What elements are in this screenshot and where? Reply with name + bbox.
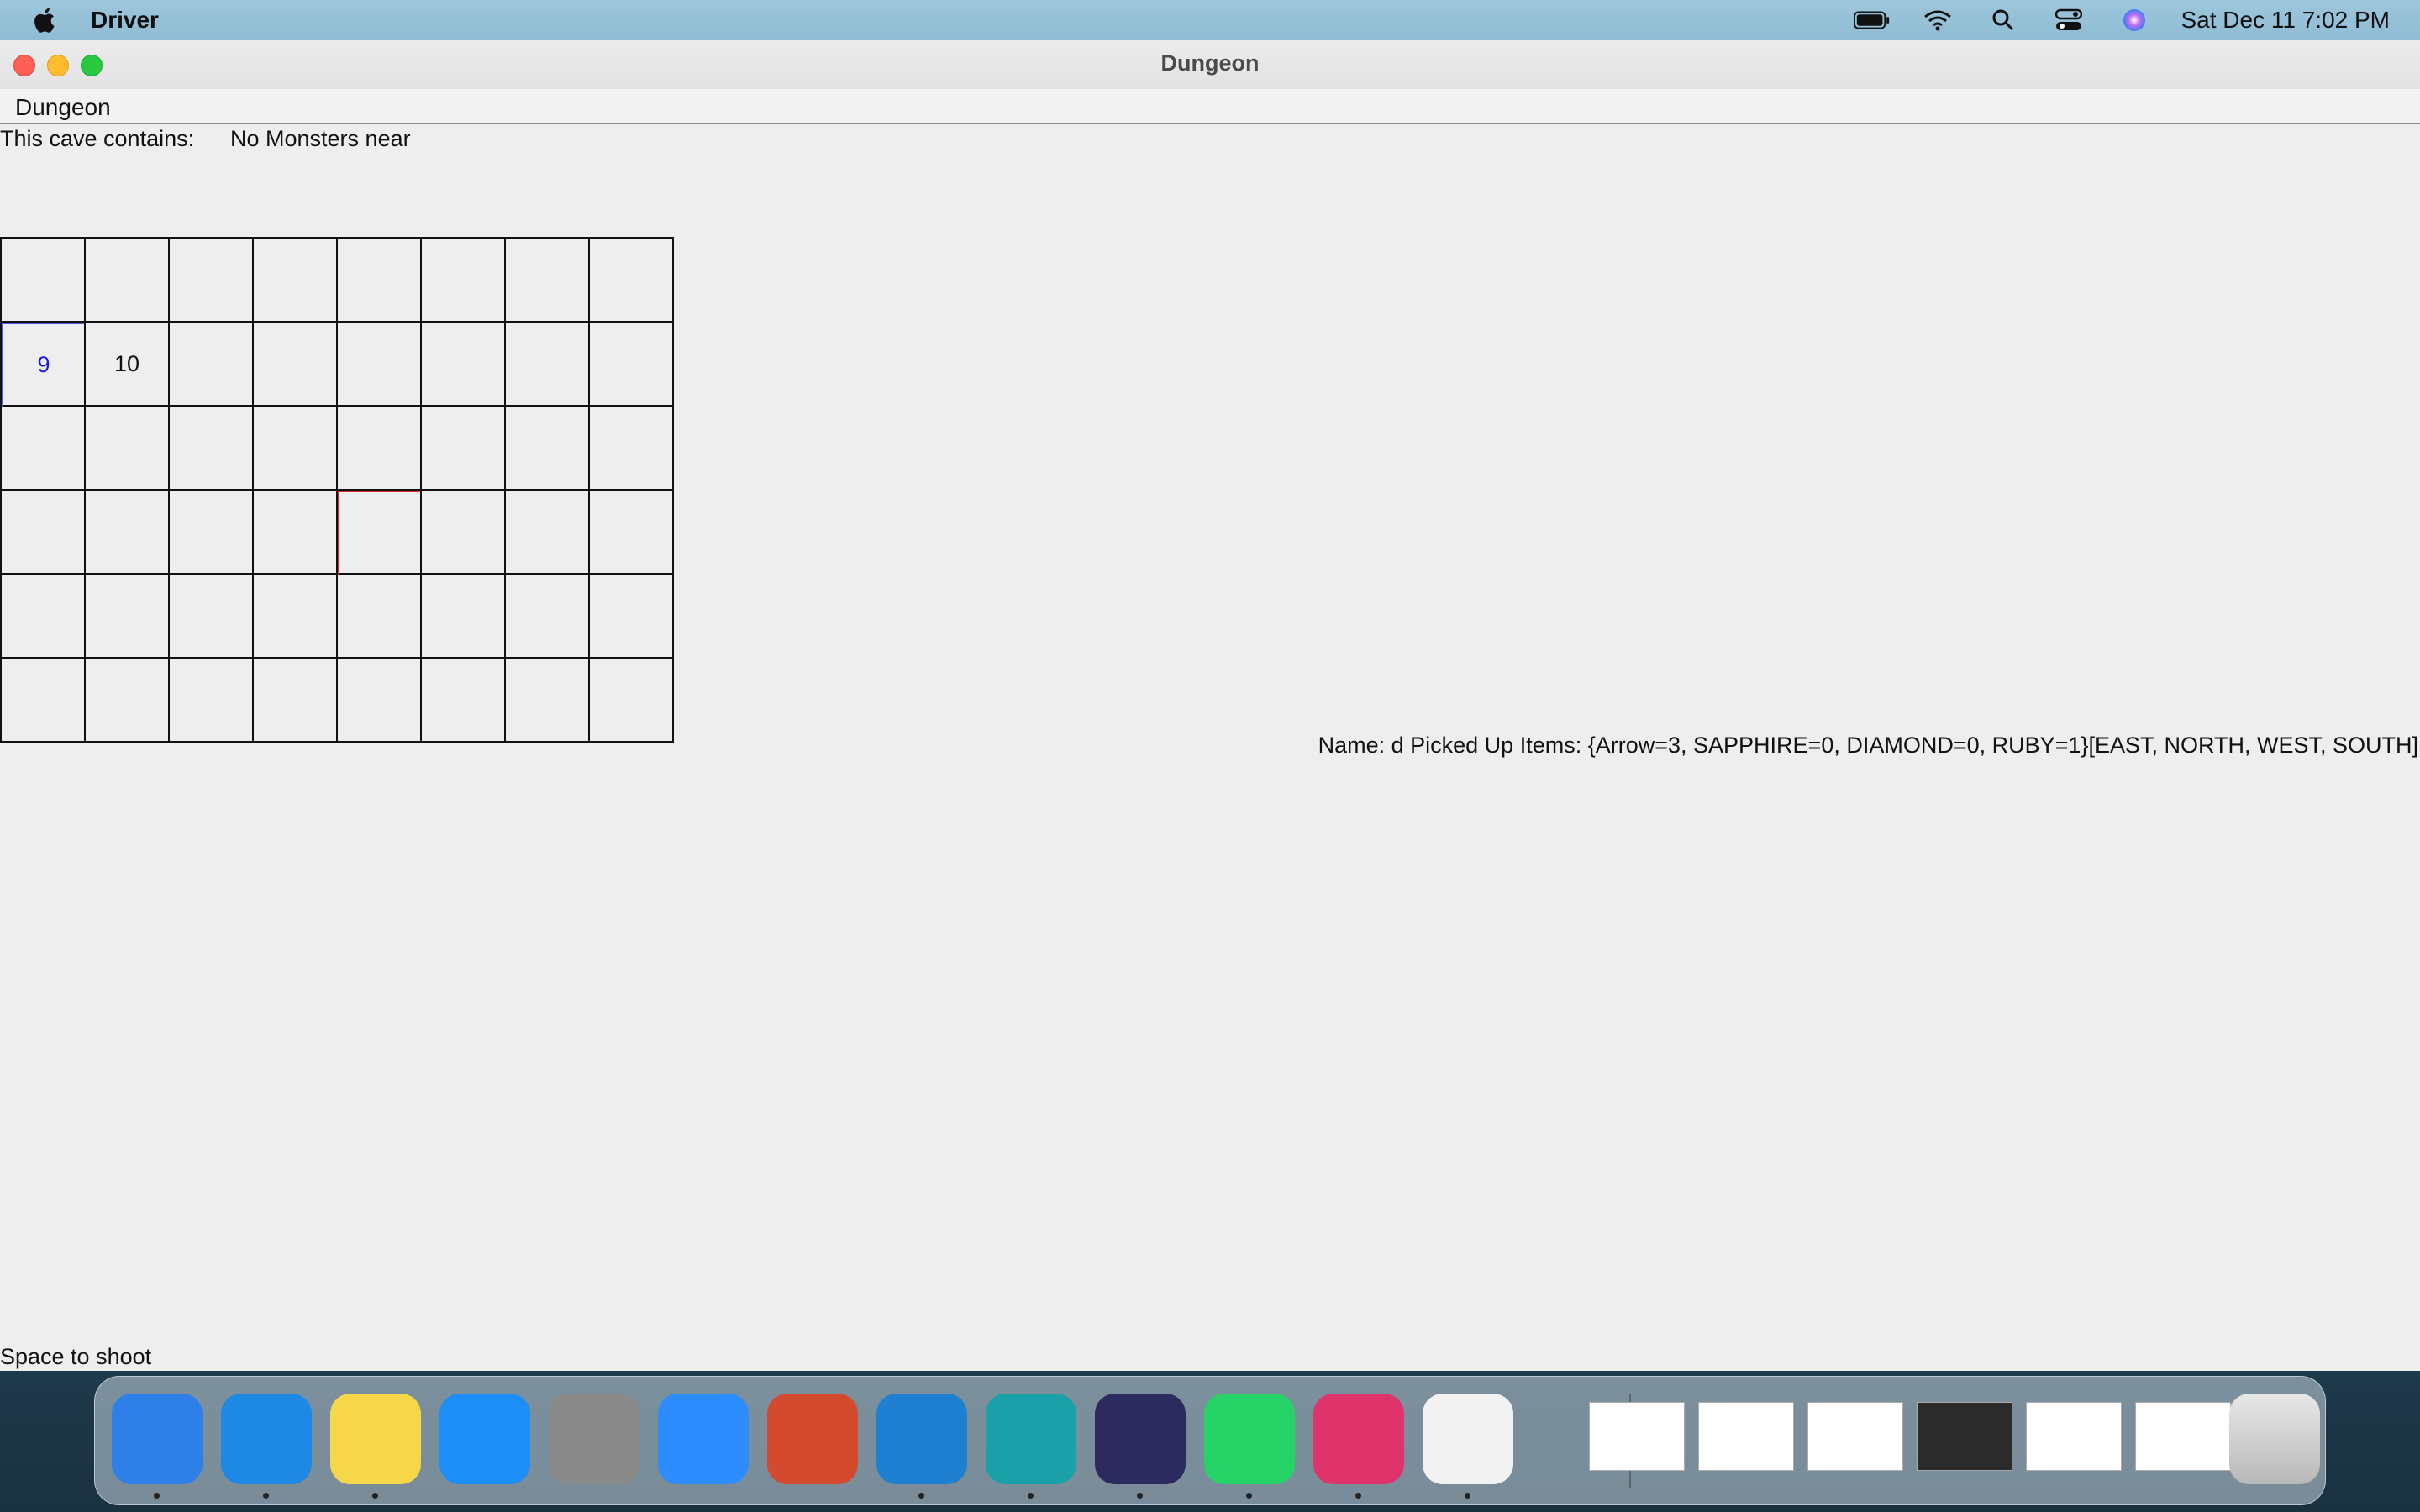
finder-window-thumb-2[interactable] (1807, 1402, 1903, 1471)
safari-icon[interactable] (221, 1394, 312, 1484)
notes-icon[interactable] (330, 1394, 421, 1484)
finder-icon[interactable] (112, 1394, 203, 1484)
window-titlebar[interactable]: Dungeon (0, 40, 2420, 90)
grid-cell[interactable] (254, 407, 338, 491)
dungeon-grid[interactable]: 9 10 (0, 237, 674, 743)
grid-cell-highlighted[interactable] (338, 491, 422, 575)
grid-cell[interactable] (86, 575, 170, 659)
notes-window-thumb[interactable] (2026, 1402, 2122, 1471)
running-indicator (1246, 1493, 1252, 1499)
intellij-icon[interactable] (1313, 1394, 1404, 1484)
grid-cell[interactable] (170, 491, 254, 575)
grid-cell[interactable] (506, 575, 590, 659)
grid-cell[interactable] (338, 407, 422, 491)
player-status: Name: d Picked Up Items: {Arrow=3, SAPPH… (1318, 732, 2418, 758)
grid-cell[interactable] (422, 659, 506, 743)
grid-cell[interactable] (422, 575, 506, 659)
grid-cell[interactable] (254, 659, 338, 743)
zoom-icon[interactable] (658, 1394, 749, 1484)
grid-cell[interactable] (590, 239, 674, 323)
grid-cell[interactable] (86, 491, 170, 575)
app-menu-bar: Dungeon (0, 89, 2420, 124)
grid-cell[interactable] (506, 659, 590, 743)
edge-icon[interactable] (986, 1394, 1076, 1484)
grid-cell[interactable] (338, 575, 422, 659)
grid-cell-current[interactable]: 9 (2, 323, 86, 407)
grid-cell[interactable] (2, 659, 86, 743)
grid-cell[interactable] (338, 239, 422, 323)
running-indicator (1137, 1493, 1143, 1499)
siri-icon[interactable] (2116, 5, 2153, 35)
grid-cell[interactable]: 10 (86, 323, 170, 407)
grid-cell[interactable] (506, 323, 590, 407)
grid-cell[interactable] (506, 491, 590, 575)
wifi-icon[interactable] (1919, 5, 1956, 35)
cave-label: This cave contains: (0, 126, 195, 151)
apple-icon[interactable] (30, 5, 60, 35)
grid-cell[interactable] (338, 323, 422, 407)
running-indicator (1028, 1493, 1034, 1499)
trash-icon[interactable] (2229, 1394, 2320, 1484)
cave-contents: No Monsters near (230, 126, 411, 151)
grid-cell[interactable] (86, 407, 170, 491)
grid-cell[interactable] (506, 407, 590, 491)
grid-cell[interactable] (590, 323, 674, 407)
grid-cell[interactable] (254, 491, 338, 575)
grid-cell[interactable] (86, 659, 170, 743)
dungeon-window: Dungeon Dungeon This cave contains: No M… (0, 40, 2420, 1371)
running-indicator (154, 1493, 160, 1499)
grid-cell[interactable] (2, 491, 86, 575)
controls-hint: Space to shoot (0, 1344, 152, 1369)
control-center-icon[interactable] (2050, 5, 2087, 35)
running-indicator (918, 1493, 924, 1499)
grid-cell[interactable] (422, 239, 506, 323)
grid-cell[interactable] (170, 659, 254, 743)
grid-cell[interactable] (254, 575, 338, 659)
running-indicator (263, 1493, 269, 1499)
app-store-icon[interactable] (439, 1394, 530, 1484)
system-preferences-icon[interactable] (549, 1394, 639, 1484)
grid-cell[interactable] (590, 407, 674, 491)
grid-cell[interactable] (2, 239, 86, 323)
grid-cell[interactable] (170, 575, 254, 659)
grid-cell[interactable] (170, 407, 254, 491)
grid-cell[interactable] (590, 491, 674, 575)
menu-bar: Driver Sat Dec 11 7:02 PM (0, 0, 2420, 40)
java-icon[interactable] (1423, 1394, 1513, 1484)
grid-cell[interactable] (338, 659, 422, 743)
grid-cell[interactable] (254, 323, 338, 407)
grid-cell[interactable] (422, 491, 506, 575)
grid-cell[interactable] (170, 239, 254, 323)
intellij-window-thumb[interactable] (1917, 1402, 2012, 1471)
grid-cell[interactable] (2, 407, 86, 491)
grid-cell[interactable] (2, 575, 86, 659)
active-app-name[interactable]: Driver (91, 7, 159, 34)
grid-cell[interactable] (170, 323, 254, 407)
running-indicator (1465, 1493, 1470, 1499)
safari-window-thumb[interactable] (1698, 1402, 1794, 1471)
grid-cell[interactable] (590, 659, 674, 743)
running-indicator (1355, 1493, 1361, 1499)
canvas-icon[interactable] (767, 1394, 858, 1484)
grid-cell[interactable] (86, 239, 170, 323)
running-indicator (372, 1493, 378, 1499)
finder-window-thumb[interactable] (1589, 1402, 1685, 1471)
eclipse-icon[interactable] (1095, 1394, 1186, 1484)
vscode-icon[interactable] (876, 1394, 967, 1484)
window-title: Dungeon (1160, 50, 1260, 76)
spotlight-icon[interactable] (1985, 5, 2022, 35)
battery-icon[interactable] (1853, 5, 1891, 35)
cave-info: This cave contains: No Monsters near (0, 126, 411, 152)
menu-bar-clock[interactable]: Sat Dec 11 7:02 PM (2181, 7, 2391, 34)
grid-cell[interactable] (422, 407, 506, 491)
grid-cell[interactable] (590, 575, 674, 659)
whatsapp-window-thumb[interactable] (2135, 1402, 2231, 1471)
grid-cell[interactable] (422, 323, 506, 407)
grid-cell[interactable] (254, 239, 338, 323)
grid-cell[interactable] (506, 239, 590, 323)
menu-dungeon[interactable]: Dungeon (15, 94, 111, 121)
dock (94, 1376, 2326, 1505)
whatsapp-icon[interactable] (1204, 1394, 1295, 1484)
